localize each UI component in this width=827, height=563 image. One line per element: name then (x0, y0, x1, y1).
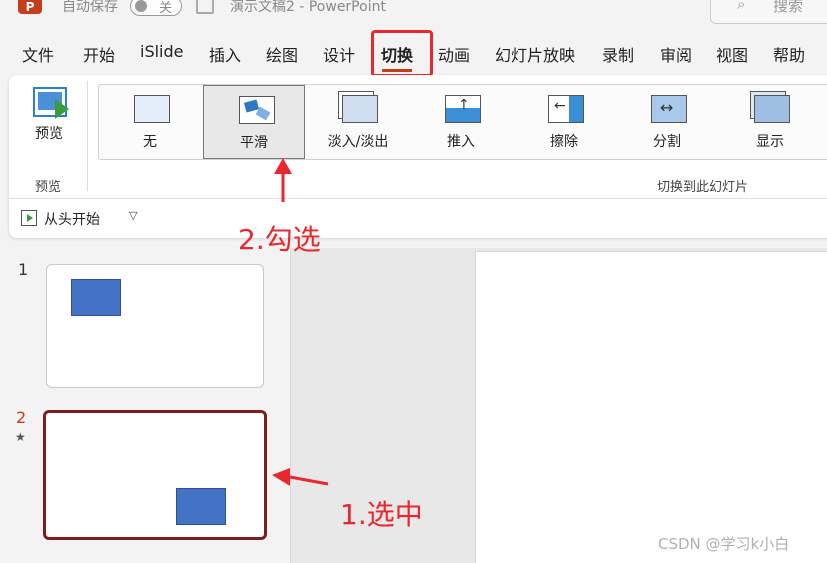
tab-animations[interactable]: 动画 (438, 42, 470, 66)
toggle-state: 关 (159, 1, 173, 16)
transition-label: 擦除 (550, 134, 578, 150)
transition-none-button[interactable]: 无 (99, 85, 201, 159)
preview-group: 预览 预览 (9, 75, 89, 200)
preview-group-label: 预览 (35, 180, 62, 195)
transition-morph-button[interactable]: 平滑 (203, 85, 305, 159)
tab-draw[interactable]: 绘图 (266, 42, 298, 66)
tab-insert[interactable]: 插入 (209, 42, 241, 66)
group-divider (87, 81, 88, 191)
transition-push-button[interactable]: 推入 (410, 85, 512, 159)
transition-fade-button[interactable]: 淡入/淡出 (307, 85, 409, 159)
transition-wipe-icon (548, 95, 584, 123)
transition-label: 淡入/淡出 (327, 134, 389, 150)
transition-fade-icon (342, 95, 378, 123)
transition-split-icon (651, 95, 687, 123)
transition-label: 分割 (653, 134, 681, 150)
autosave-toggle[interactable]: 关 (130, 0, 182, 16)
search-box[interactable]: ⌕ 搜索 (710, 0, 827, 24)
transition-split-button[interactable]: 分割 (616, 85, 718, 159)
tab-record[interactable]: 录制 (602, 42, 634, 66)
rectangle-shape (176, 488, 226, 525)
tab-file[interactable]: 文件 (22, 42, 54, 66)
slide-number: 1 (18, 260, 29, 279)
ribbon-separator (9, 198, 827, 199)
tab-help[interactable]: 帮助 (773, 42, 805, 66)
start-from-beginning-button[interactable]: 从头开始 (44, 209, 100, 229)
transition-label: 平滑 (240, 135, 268, 151)
main-slide-canvas[interactable] (475, 251, 827, 563)
play-icon (55, 99, 69, 119)
quick-access-dropdown-icon[interactable]: ▽ (129, 209, 137, 222)
title-bar: P 自动保存 关 演示文稿2 - PowerPoint ⌕ 搜索 (0, 0, 827, 30)
ribbon-panel: 预览 预览 无 平滑 淡入/淡出 推入 擦除 分割 显示 (9, 75, 827, 238)
watermark: CSDN @学习k小白 (658, 535, 790, 553)
transition-none-icon (134, 95, 170, 123)
start-from-beginning-icon[interactable] (21, 210, 37, 226)
document-title: 演示文稿2 - PowerPoint (230, 0, 386, 15)
slide-number-active: 2 (16, 408, 27, 427)
transition-morph-icon (239, 96, 275, 124)
rectangle-shape (71, 279, 121, 316)
annotation-step-1: 1.选中 (340, 498, 423, 531)
tab-home[interactable]: 开始 (83, 42, 115, 66)
tab-design[interactable]: 设计 (323, 42, 355, 66)
autosave-label: 自动保存 (62, 0, 118, 15)
annotation-step-2: 2.勾选 (238, 223, 321, 256)
slide-thumbnail-2[interactable] (43, 410, 267, 540)
transition-star-icon: ★ (15, 430, 26, 444)
transition-gallery: 无 平滑 淡入/淡出 推入 擦除 分割 显示 (98, 84, 827, 160)
transition-reveal-icon (754, 95, 790, 123)
transition-reveal-button[interactable]: 显示 (719, 85, 821, 159)
toggle-knob (135, 0, 147, 12)
transition-push-icon (445, 95, 481, 123)
slide-thumbnail-1[interactable] (46, 264, 264, 388)
transition-wipe-button[interactable]: 擦除 (513, 85, 615, 159)
transition-label: 显示 (756, 134, 784, 150)
search-placeholder: 搜索 (773, 0, 804, 15)
transition-label: 无 (143, 134, 157, 150)
tab-islide[interactable]: iSlide (140, 42, 184, 61)
search-icon: ⌕ (737, 0, 746, 13)
tab-slideshow[interactable]: 幻灯片放映 (495, 42, 575, 66)
powerpoint-logo-icon: P (18, 0, 42, 14)
transition-group-label: 切换到此幻灯片 (657, 180, 749, 195)
save-icon[interactable] (196, 0, 214, 14)
tab-view[interactable]: 视图 (716, 42, 748, 66)
annotation-tab-highlight-box (371, 30, 433, 77)
preview-button-label[interactable]: 预览 (35, 123, 63, 143)
transition-label: 推入 (447, 134, 475, 150)
tab-review[interactable]: 审阅 (660, 42, 692, 66)
